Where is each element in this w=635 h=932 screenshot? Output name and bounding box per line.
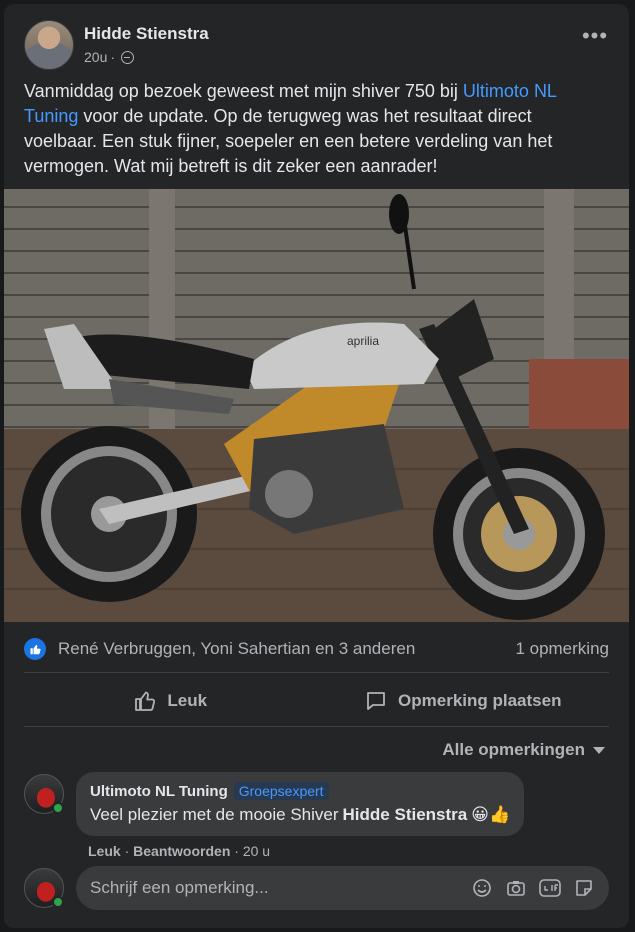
comment-author[interactable]: Ultimoto NL Tuning bbox=[90, 783, 228, 800]
author-avatar[interactable] bbox=[24, 20, 74, 70]
author-name[interactable]: Hidde Stienstra bbox=[84, 24, 209, 44]
comment-input[interactable] bbox=[90, 878, 470, 898]
expert-badge: Groepsexpert bbox=[233, 782, 329, 800]
sticker-icon[interactable] bbox=[573, 877, 595, 899]
like-button[interactable]: Leuk bbox=[24, 676, 317, 726]
camera-icon[interactable] bbox=[505, 877, 527, 899]
comment-time[interactable]: 20 u bbox=[243, 843, 270, 859]
post-actions: Leuk Opmerking plaatsen bbox=[24, 676, 609, 726]
comment-count[interactable]: 1 opmerking bbox=[515, 639, 609, 659]
comment-text: Veel plezier met de mooie Shiver Hidde S… bbox=[90, 805, 510, 825]
more-icon[interactable]: ••• bbox=[577, 18, 613, 54]
speech-bubble-icon bbox=[367, 692, 385, 710]
globe-icon bbox=[121, 50, 135, 64]
comment-bubble: Ultimoto NL Tuning Groepsexpert Veel ple… bbox=[76, 772, 525, 836]
emoji-icon[interactable] bbox=[471, 877, 493, 899]
online-indicator bbox=[52, 896, 64, 908]
comment-sep: · bbox=[120, 843, 134, 859]
comment-actions: Leuk · Beantwoorden · 20 u bbox=[88, 843, 270, 859]
post-text-before: Vanmiddag op bezoek geweest met mijn shi… bbox=[24, 81, 463, 101]
comment-reply-link[interactable]: Beantwoorden bbox=[133, 843, 230, 859]
reaction-names[interactable]: René Verbruggen, Yoni Sahertian en 3 and… bbox=[58, 639, 415, 659]
gif-icon[interactable] bbox=[539, 877, 561, 899]
comments-filter-label: Alle opmerkingen bbox=[442, 740, 585, 759]
caret-down-icon bbox=[593, 746, 605, 754]
comment-body: Veel plezier met de mooie Shiver bbox=[90, 805, 339, 824]
post-text: Vanmiddag op bezoek geweest met mijn shi… bbox=[24, 79, 604, 179]
thumb-up-icon bbox=[135, 691, 156, 711]
comment-emoji: 😀👍 bbox=[471, 805, 511, 824]
post-meta: 20u · bbox=[84, 49, 135, 65]
meta-separator: · bbox=[110, 49, 116, 65]
like-label: Leuk bbox=[167, 691, 208, 710]
like-badge-icon[interactable] bbox=[24, 638, 46, 660]
online-indicator bbox=[52, 802, 64, 814]
comment-sep: · bbox=[230, 843, 243, 859]
post-card: Hidde Stienstra 20u · ••• Vanmiddag op b… bbox=[4, 4, 629, 928]
post-header: Hidde Stienstra 20u · bbox=[24, 20, 613, 72]
comment-like-link[interactable]: Leuk bbox=[88, 843, 121, 859]
divider bbox=[24, 726, 609, 727]
comment-label: Opmerking plaatsen bbox=[398, 691, 562, 710]
divider bbox=[24, 672, 609, 673]
comment-button[interactable]: Opmerking plaatsen bbox=[317, 676, 610, 726]
post-time[interactable]: 20u bbox=[84, 49, 107, 65]
comment-mention[interactable]: Hidde Stienstra bbox=[343, 805, 468, 825]
comment-composer bbox=[76, 866, 609, 910]
photo-brand-text: aprilia bbox=[347, 334, 379, 348]
post-photo[interactable]: aprilia bbox=[4, 189, 629, 622]
comments-filter[interactable]: Alle opmerkingen bbox=[442, 740, 605, 760]
reactions-bar: René Verbruggen, Yoni Sahertian en 3 and… bbox=[24, 636, 609, 662]
post-text-after: voor de update. Op de terugweg was het r… bbox=[24, 106, 553, 176]
